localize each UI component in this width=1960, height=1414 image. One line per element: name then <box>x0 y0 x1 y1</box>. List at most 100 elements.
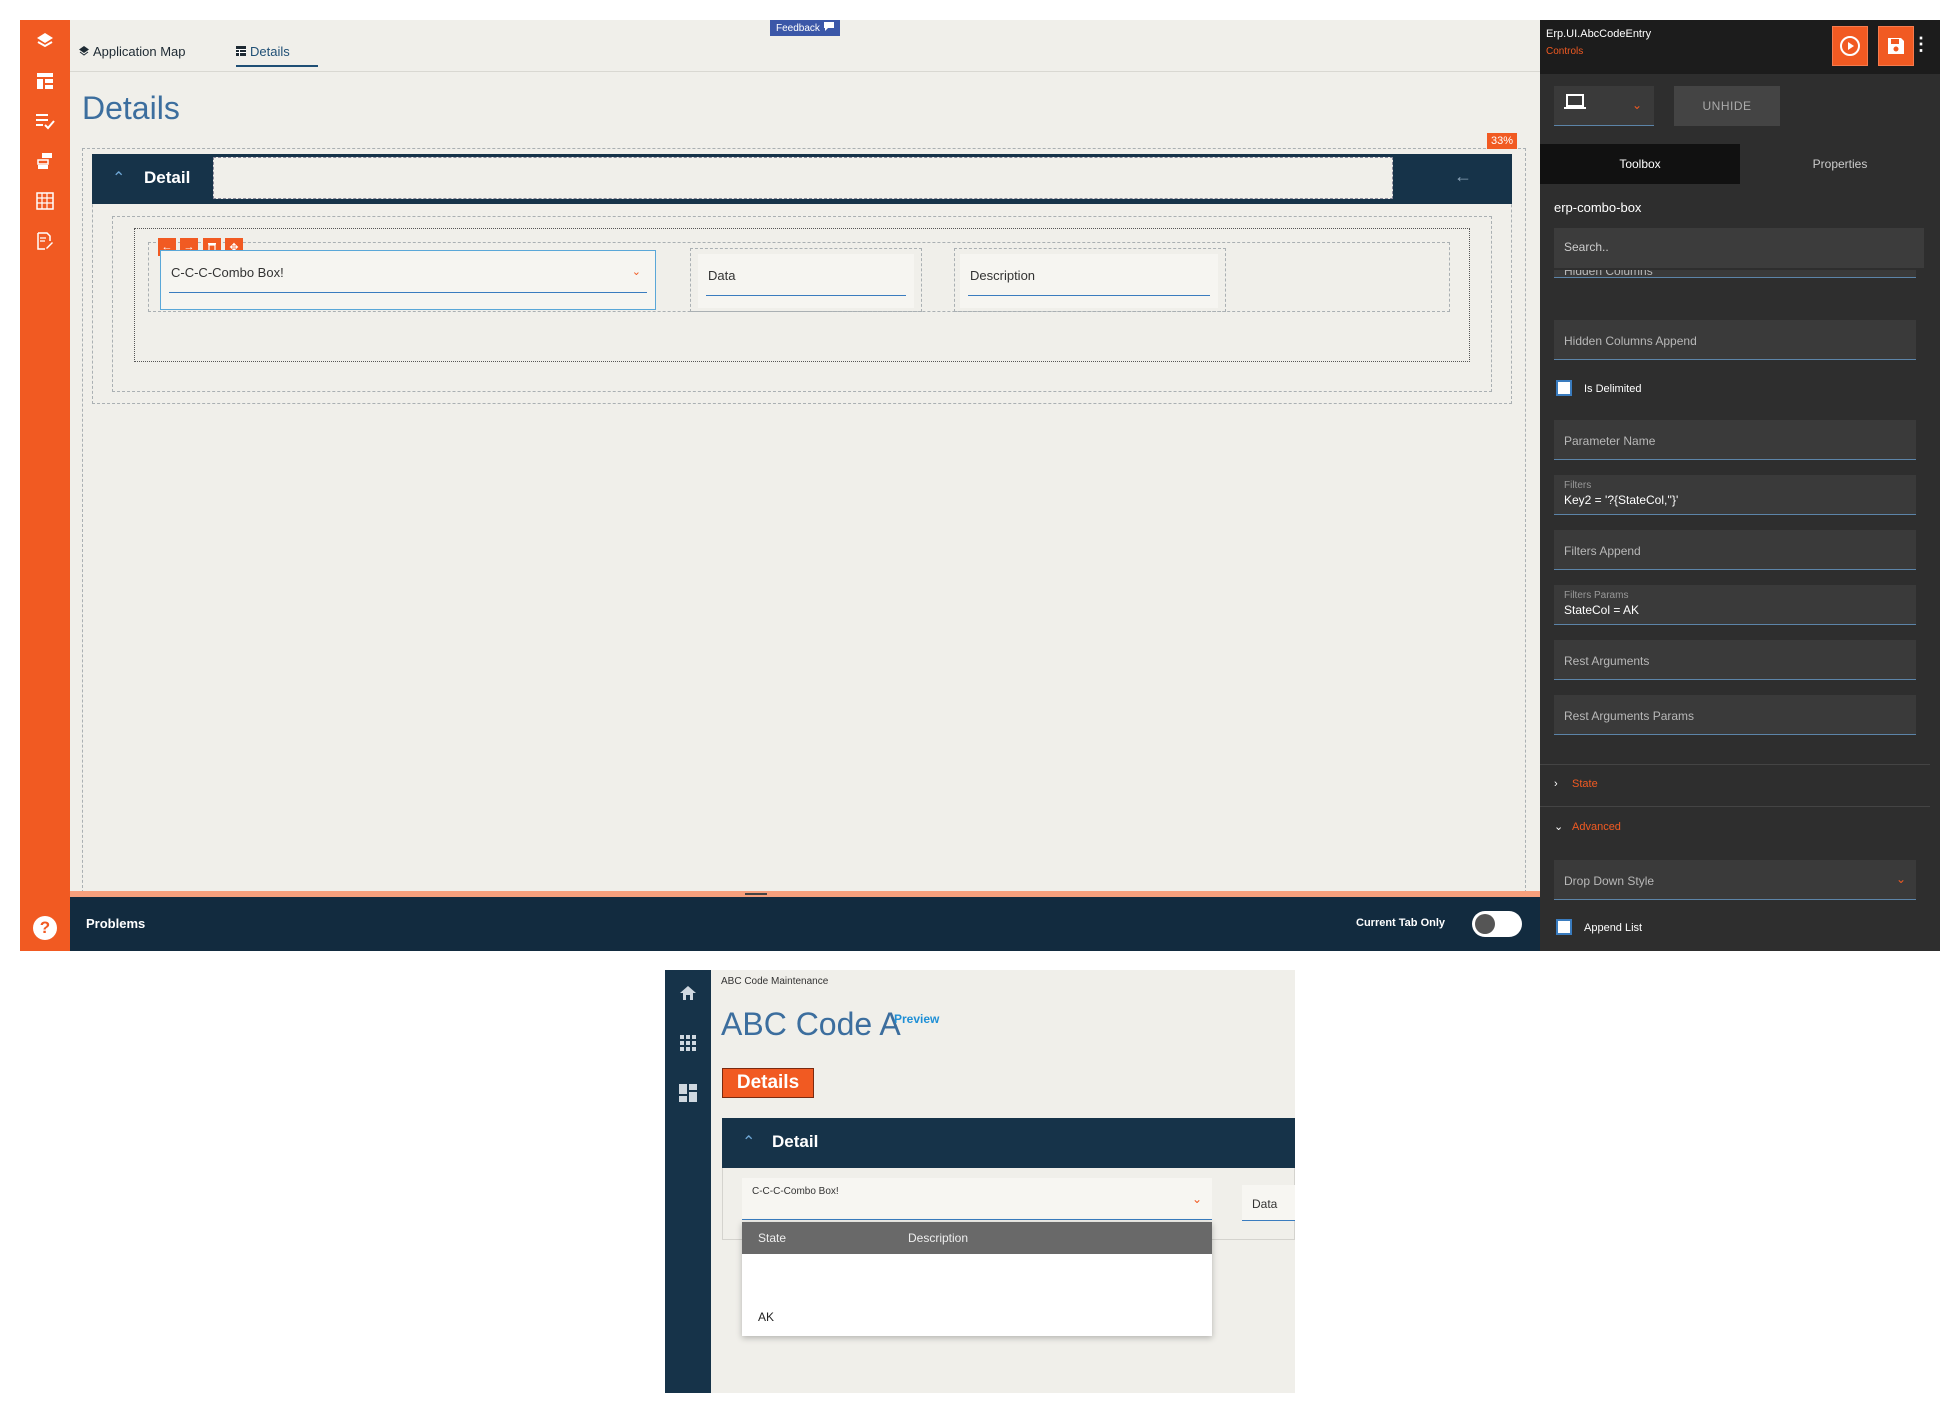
page-title: ABC Code A <box>721 1006 901 1042</box>
layers-icon <box>79 44 89 59</box>
preview-badge: Preview <box>894 1012 940 1026</box>
home-icon[interactable] <box>677 982 699 1004</box>
tab-properties[interactable]: Properties <box>1740 144 1940 184</box>
layout-icon[interactable] <box>30 66 60 96</box>
details-tab-button[interactable]: Details <box>722 1068 814 1098</box>
feedback-button[interactable]: Feedback <box>770 20 840 36</box>
grid-icon[interactable] <box>30 186 60 216</box>
tab-application-map[interactable]: Application Map <box>79 44 186 59</box>
checklist-icon[interactable] <box>30 106 60 136</box>
flow-icon[interactable] <box>30 146 60 176</box>
chevron-down-icon: ⌄ <box>1554 821 1564 833</box>
component-name: erp-combo-box <box>1554 200 1642 215</box>
drop-down-style-select[interactable]: Drop Down Style ⌄ <box>1554 860 1916 900</box>
prop-label: Hidden Columns Append <box>1564 334 1697 348</box>
list-item[interactable]: AK <box>758 1310 774 1324</box>
preview-window: ABC Code Maintenance ABC Code A Preview … <box>665 970 1295 1393</box>
chevron-right-icon: › <box>1554 778 1558 790</box>
search-input[interactable]: Search.. <box>1554 228 1924 268</box>
panel-header-dropzone[interactable] <box>213 157 1393 199</box>
chevron-down-icon[interactable]: ⌄ <box>632 265 641 278</box>
width-percent-badge: 33% <box>1487 133 1518 149</box>
data-label: Data <box>1252 1197 1278 1211</box>
data-field[interactable]: Data <box>698 254 914 308</box>
run-preview-button[interactable] <box>1832 26 1868 66</box>
chevron-down-icon: ⌄ <box>1895 872 1906 886</box>
left-rail: ? <box>20 20 70 951</box>
current-tab-only-toggle[interactable] <box>1472 911 1522 937</box>
rest-arguments-params-field[interactable]: Rest Arguments Params <box>1554 695 1916 735</box>
column-header-state: State <box>758 1231 787 1245</box>
detail-title: Detail <box>144 168 191 187</box>
hidden-columns-append-field[interactable]: Hidden Columns Append <box>1554 320 1916 360</box>
chevron-up-icon[interactable]: ⌃ <box>112 168 125 188</box>
help-icon[interactable]: ? <box>33 916 57 940</box>
current-tab-only-label: Current Tab Only <box>1356 917 1446 929</box>
section-label: State <box>1572 778 1598 790</box>
prop-label: Filters Append <box>1564 544 1641 558</box>
field-underline <box>706 295 906 296</box>
preview-rail <box>665 970 711 1393</box>
page-title: Details <box>82 90 180 126</box>
tab-label: Details <box>250 44 290 59</box>
chevron-up-icon[interactable]: ⌃ <box>742 1132 755 1152</box>
prop-value: Key2 = '?{StateCol,''}' <box>1564 493 1679 507</box>
parameter-name-field[interactable]: Parameter Name <box>1554 420 1916 460</box>
tab-toolbox[interactable]: Toolbox <box>1540 144 1740 184</box>
hidden-columns-field[interactable]: Hidden Columns <box>1554 270 1916 278</box>
filters-append-field[interactable]: Filters Append <box>1554 530 1916 570</box>
prop-label: Filters <box>1564 480 1592 491</box>
append-list-checkbox[interactable] <box>1556 919 1572 935</box>
section-state[interactable]: › State <box>1554 778 1598 790</box>
detail-title: Detail <box>772 1132 819 1151</box>
panel-header: Erp.UI.AbcCodeEntry Controls ⋮ <box>1540 20 1940 74</box>
dashboard-icon[interactable] <box>677 1082 699 1104</box>
divider <box>1540 806 1930 807</box>
column-header-description: Description <box>908 1231 969 1245</box>
layers-icon[interactable] <box>30 26 60 56</box>
filters-field[interactable]: Filters Key2 = '?{StateCol,''}' <box>1554 475 1916 515</box>
field-underline <box>968 295 1210 296</box>
apps-grid-icon[interactable] <box>677 1032 699 1054</box>
detail-panel-header[interactable]: ⌃ Detail <box>722 1118 1295 1168</box>
tabs-divider <box>70 71 1540 72</box>
filters-params-field[interactable]: Filters Params StateCol = AK <box>1554 585 1916 625</box>
divider <box>1540 764 1930 765</box>
resize-handle-icon[interactable] <box>745 893 767 895</box>
right-panel: Erp.UI.AbcCodeEntry Controls ⋮ ⌄ UNHIDE … <box>1540 20 1940 951</box>
data-field[interactable]: Data <box>1242 1185 1295 1221</box>
chevron-down-icon: ⌄ <box>1632 98 1643 112</box>
append-list-label: Append List <box>1584 922 1643 934</box>
arrow-left-icon[interactable]: ← <box>1454 166 1472 187</box>
chevron-down-icon[interactable]: ⌄ <box>1192 1192 1202 1206</box>
tab-details[interactable]: Details <box>236 44 318 67</box>
detail-panel-header[interactable]: ⌃ Detail ← <box>92 154 1512 204</box>
device-select[interactable]: ⌄ <box>1554 86 1654 126</box>
comment-icon <box>823 22 834 34</box>
description-field[interactable]: Description <box>960 254 1218 308</box>
edit-doc-icon[interactable] <box>30 226 60 256</box>
more-vertical-icon[interactable]: ⋮ <box>1912 34 1930 55</box>
panel-tabs: Toolbox Properties <box>1540 144 1940 184</box>
combo-box-field[interactable]: C-C-C-Combo Box! ⌄ <box>160 250 656 310</box>
rest-arguments-field[interactable]: Rest Arguments <box>1554 640 1916 680</box>
breadcrumb[interactable]: ABC Code Maintenance <box>721 976 828 987</box>
section-label: Advanced <box>1572 821 1621 833</box>
problems-title[interactable]: Problems <box>86 916 145 931</box>
section-advanced[interactable]: ⌄ Advanced <box>1554 820 1621 833</box>
prop-value: StateCol = AK <box>1564 603 1640 617</box>
tab-label: Application Map <box>93 44 186 59</box>
prop-label: Filters Params <box>1564 590 1629 601</box>
prop-label: Rest Arguments <box>1564 654 1650 668</box>
combo-box-label: C-C-C-Combo Box! <box>752 1186 839 1197</box>
unhide-button[interactable]: UNHIDE <box>1674 86 1780 126</box>
combo-box[interactable]: C-C-C-Combo Box! ⌄ <box>742 1178 1212 1220</box>
feedback-label: Feedback <box>776 22 820 34</box>
hidden-columns-label: Hidden Columns <box>1564 270 1653 278</box>
is-delimited-checkbox[interactable] <box>1556 380 1572 396</box>
controls-label: Controls <box>1546 46 1584 57</box>
combo-dropdown-list: State Description AK <box>742 1222 1212 1336</box>
toggle-knob <box>1475 914 1495 934</box>
field-underline <box>169 292 647 293</box>
save-button[interactable] <box>1878 26 1914 66</box>
